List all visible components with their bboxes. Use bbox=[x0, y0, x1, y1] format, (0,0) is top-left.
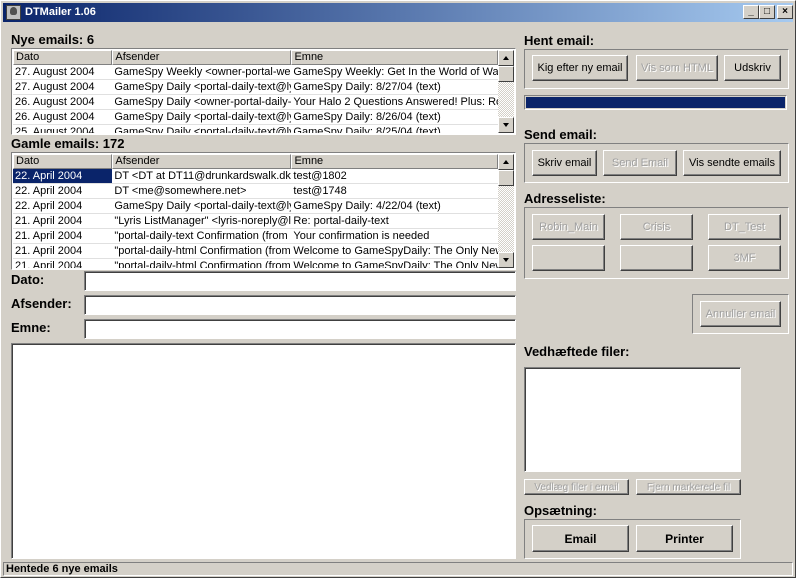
new-emails-list[interactable]: Dato Afsender Emne 27. August 2004 GameSp… bbox=[11, 48, 516, 135]
progress-fill bbox=[526, 97, 785, 108]
minimize-button[interactable]: _ bbox=[743, 5, 759, 19]
address-button-empty-1[interactable] bbox=[532, 245, 605, 271]
status-bar: Hentede 6 nye emails bbox=[3, 562, 793, 576]
attach-files-button[interactable]: Vedlæg filer i email bbox=[524, 479, 629, 495]
printer-settings-button[interactable]: Printer bbox=[636, 525, 733, 552]
close-button[interactable]: × bbox=[777, 5, 793, 19]
scroll-up-button[interactable] bbox=[498, 154, 514, 170]
scroll-thumb[interactable] bbox=[498, 66, 514, 82]
remove-attachment-button[interactable]: Fjern markerede fil bbox=[636, 479, 741, 495]
fetch-progress-bar bbox=[524, 95, 787, 110]
app-icon[interactable] bbox=[6, 5, 21, 20]
table-row[interactable]: 21. April 2004 "portal-daily-text Confirm… bbox=[13, 229, 498, 244]
table-row-selected[interactable]: 22. April 2004 DT <DT at DT11@drunkardswa… bbox=[13, 169, 498, 184]
table-row[interactable]: 21. April 2004 "portal-daily-html Confirm… bbox=[13, 244, 498, 259]
scroll-down-button[interactable] bbox=[498, 117, 514, 133]
address-button-robin-main[interactable]: Robin_Main bbox=[532, 214, 605, 240]
write-email-button[interactable]: Skriv email bbox=[532, 150, 597, 176]
table-row[interactable]: 26. August 2004 GameSpy Daily <owner-port… bbox=[13, 95, 498, 110]
column-header-subject[interactable]: Emne bbox=[291, 50, 498, 65]
table-row[interactable]: 27. August 2004 GameSpy Weekly <owner-por… bbox=[13, 65, 498, 80]
view-as-html-button[interactable]: Vis som HTML bbox=[636, 55, 718, 81]
check-new-email-button[interactable]: Kig efter ny email bbox=[532, 55, 628, 81]
message-body[interactable] bbox=[11, 343, 516, 559]
table-row[interactable]: 22. April 2004 GameSpy Daily <portal-dail… bbox=[13, 199, 498, 214]
sender-field[interactable] bbox=[84, 295, 516, 315]
table-row[interactable]: 21. April 2004 "Lyris ListManager" <lyris… bbox=[13, 214, 498, 229]
sender-label: Afsender: bbox=[11, 296, 72, 311]
old-emails-label: Gamle emails: 172 bbox=[11, 136, 125, 151]
window-title: DTMailer 1.06 bbox=[25, 6, 96, 18]
table-row[interactable]: 26. August 2004 GameSpy Daily <portal-dai… bbox=[13, 110, 498, 125]
table-row[interactable]: 27. August 2004 GameSpy Daily <portal-dai… bbox=[13, 80, 498, 95]
address-button-dt-test[interactable]: DT_Test bbox=[708, 214, 781, 240]
settings-label: Opsætning: bbox=[524, 503, 597, 518]
cancel-email-button[interactable]: Annuller email bbox=[700, 301, 781, 327]
column-header-sender[interactable]: Afsender bbox=[112, 50, 292, 65]
old-emails-list[interactable]: Dato Afsender Emne 22. April 2004 DT <DT … bbox=[11, 152, 516, 270]
maximize-button[interactable]: □ bbox=[759, 5, 775, 19]
main-window: DTMailer 1.06 _ □ × Nye emails: 6 Dato A… bbox=[0, 0, 796, 578]
old-emails-header: Dato Afsender Emne bbox=[13, 154, 498, 169]
fetch-email-label: Hent email: bbox=[524, 33, 595, 48]
subject-field[interactable] bbox=[84, 319, 516, 339]
print-button[interactable]: Udskriv bbox=[724, 55, 781, 81]
scroll-down-button[interactable] bbox=[498, 252, 514, 268]
new-emails-header: Dato Afsender Emne bbox=[13, 50, 498, 65]
new-emails-scrollbar[interactable] bbox=[498, 50, 514, 133]
title-bar[interactable]: DTMailer 1.06 _ □ × bbox=[3, 3, 793, 22]
new-emails-label: Nye emails: 6 bbox=[11, 32, 95, 47]
scroll-thumb[interactable] bbox=[498, 170, 514, 186]
address-list-label: Adresseliste: bbox=[524, 191, 606, 206]
address-button-crisis[interactable]: Crisis bbox=[620, 214, 693, 240]
scroll-up-button[interactable] bbox=[498, 50, 514, 66]
show-sent-emails-button[interactable]: Vis sendte emails bbox=[683, 150, 781, 176]
date-label: Dato: bbox=[11, 272, 45, 287]
old-emails-scrollbar[interactable] bbox=[498, 154, 514, 268]
column-header-date[interactable]: Dato bbox=[13, 154, 113, 169]
attachments-list[interactable] bbox=[524, 367, 741, 472]
table-row[interactable]: 22. April 2004 DT <me@somewhere.net> test@… bbox=[13, 184, 498, 199]
attachments-label: Vedhæftede filer: bbox=[524, 344, 630, 359]
address-button-3mf[interactable]: 3MF bbox=[708, 245, 781, 271]
email-settings-button[interactable]: Email bbox=[532, 525, 629, 552]
address-button-empty-2[interactable] bbox=[620, 245, 693, 271]
column-header-subject[interactable]: Emne bbox=[291, 154, 498, 169]
subject-label: Emne: bbox=[11, 320, 51, 335]
send-email-label: Send email: bbox=[524, 127, 597, 142]
table-row[interactable]: 25. August 2004 GameSpy Daily <portal-dai… bbox=[13, 125, 498, 133]
column-header-sender[interactable]: Afsender bbox=[112, 154, 292, 169]
date-field[interactable] bbox=[84, 271, 516, 291]
column-header-date[interactable]: Dato bbox=[13, 50, 113, 65]
table-row[interactable]: 21. April 2004 "portal-daily-html Confirm… bbox=[13, 259, 498, 268]
send-email-button[interactable]: Send Email bbox=[603, 150, 677, 176]
